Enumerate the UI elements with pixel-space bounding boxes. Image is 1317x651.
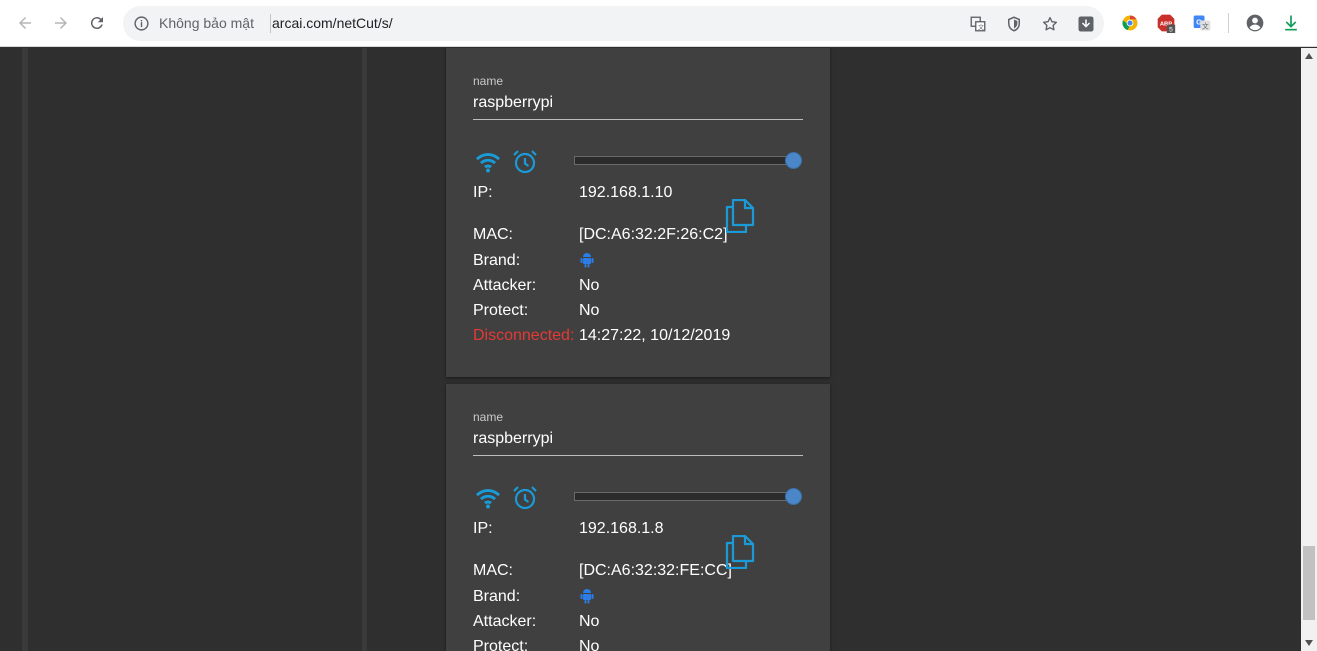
downloads-button[interactable] — [1280, 12, 1302, 34]
google-translate-icon: G文 — [1193, 15, 1211, 31]
google-translate-button[interactable]: G文 — [1191, 12, 1213, 34]
brand-label: Brand: — [473, 252, 521, 269]
colorful-circle-icon — [1122, 15, 1138, 31]
attacker-value: No — [579, 613, 600, 630]
device-card: name raspberrypi IP: 192.168.1.10 MAC: [… — [446, 48, 830, 377]
ip-value: 192.168.1.8 — [579, 520, 664, 537]
protect-value: No — [579, 302, 600, 319]
name-field-input[interactable]: raspberrypi — [473, 94, 553, 112]
adblock-button[interactable]: ABP 5 — [1155, 12, 1177, 34]
bandwidth-slider-thumb[interactable] — [785, 488, 802, 505]
scroll-down-button[interactable] — [1301, 635, 1317, 651]
middle-panel-edge — [362, 48, 367, 651]
download-extension-button[interactable] — [1076, 14, 1096, 34]
ip-label: IP: — [473, 184, 493, 201]
svg-text:文: 文 — [1202, 21, 1209, 30]
mac-label: MAC: — [473, 226, 513, 243]
translate-page-button[interactable]: 文 — [968, 14, 988, 34]
brand-label: Brand: — [473, 588, 521, 605]
adblock-icon: ABP5 — [1157, 14, 1176, 33]
arrow-right-icon — [55, 17, 67, 29]
scrollbar-thumb[interactable] — [1303, 546, 1315, 620]
name-field-input[interactable]: raspberrypi — [473, 430, 553, 448]
ip-value: 192.168.1.10 — [579, 184, 673, 201]
shield-icon — [1008, 16, 1020, 32]
page-scrollbar[interactable] — [1301, 48, 1317, 651]
name-field-label: name — [473, 410, 504, 424]
copy-icon[interactable] — [725, 199, 755, 233]
profile-button[interactable] — [1244, 12, 1266, 34]
disconnected-label: Disconnected: — [473, 327, 575, 344]
alarm-clock-icon[interactable] — [512, 485, 538, 511]
wifi-icon[interactable] — [475, 487, 501, 509]
android-icon — [580, 589, 594, 604]
attacker-label: Attacker: — [473, 613, 537, 630]
bookmark-button[interactable] — [1040, 14, 1060, 34]
address-bar[interactable]: Không bảo mật arcai.com/netCut/s/ 文 — [123, 6, 1104, 41]
protect-label: Protect: — [473, 302, 529, 319]
bandwidth-slider-track[interactable] — [574, 492, 798, 501]
alarm-clock-icon[interactable] — [512, 149, 538, 175]
triangle-up-icon — [1305, 53, 1313, 59]
back-button[interactable] — [13, 11, 37, 35]
star-icon — [1042, 16, 1058, 31]
security-label[interactable]: Không bảo mật — [159, 15, 254, 31]
protect-value: No — [579, 638, 600, 651]
bandwidth-slider-thumb[interactable] — [785, 152, 802, 169]
disconnected-value: 14:27:22, 10/12/2019 — [579, 327, 731, 344]
wifi-icon[interactable] — [475, 151, 501, 173]
extension-chrome-button[interactable] — [1119, 12, 1141, 34]
name-field-label: name — [473, 74, 504, 88]
copy-icon[interactable] — [725, 535, 755, 569]
toolbar-separator — [1228, 13, 1229, 33]
account-circle-icon — [1246, 14, 1264, 32]
triangle-down-icon — [1305, 640, 1313, 646]
translate-icon: 文 — [970, 16, 986, 32]
download-arrow-icon — [1285, 15, 1297, 31]
android-icon — [580, 253, 594, 268]
forward-button[interactable] — [49, 11, 73, 35]
attacker-value: No — [579, 277, 600, 294]
mac-value: [DC:A6:32:32:FE:CC] — [579, 562, 732, 579]
reload-icon — [90, 17, 103, 30]
shield-button[interactable] — [1004, 14, 1024, 34]
left-panel-edge — [22, 48, 28, 651]
name-field-underline — [473, 119, 803, 120]
browser-toolbar: Không bảo mật arcai.com/netCut/s/ 文 ABP 5… — [0, 0, 1317, 47]
omnibox-separator — [270, 14, 271, 33]
mac-label: MAC: — [473, 562, 513, 579]
bandwidth-slider-track[interactable] — [574, 156, 798, 165]
adblock-badge: 5 — [1169, 26, 1173, 33]
scroll-up-button[interactable] — [1301, 48, 1317, 64]
attacker-label: Attacker: — [473, 277, 537, 294]
mac-value: [DC:A6:32:2F:26:C2] — [579, 226, 728, 243]
download-box-icon — [1078, 16, 1094, 32]
ip-label: IP: — [473, 520, 493, 537]
arrow-left-icon — [19, 17, 31, 29]
name-field-underline — [473, 455, 803, 456]
protect-label: Protect: — [473, 638, 529, 651]
page-content: name raspberrypi IP: 192.168.1.10 MAC: [… — [0, 48, 1301, 651]
url-text[interactable]: arcai.com/netCut/s/ — [272, 15, 393, 31]
info-icon[interactable] — [133, 15, 150, 32]
device-card: name raspberrypi IP: 192.168.1.8 MAC: [D… — [446, 384, 830, 651]
reload-button[interactable] — [85, 11, 109, 35]
